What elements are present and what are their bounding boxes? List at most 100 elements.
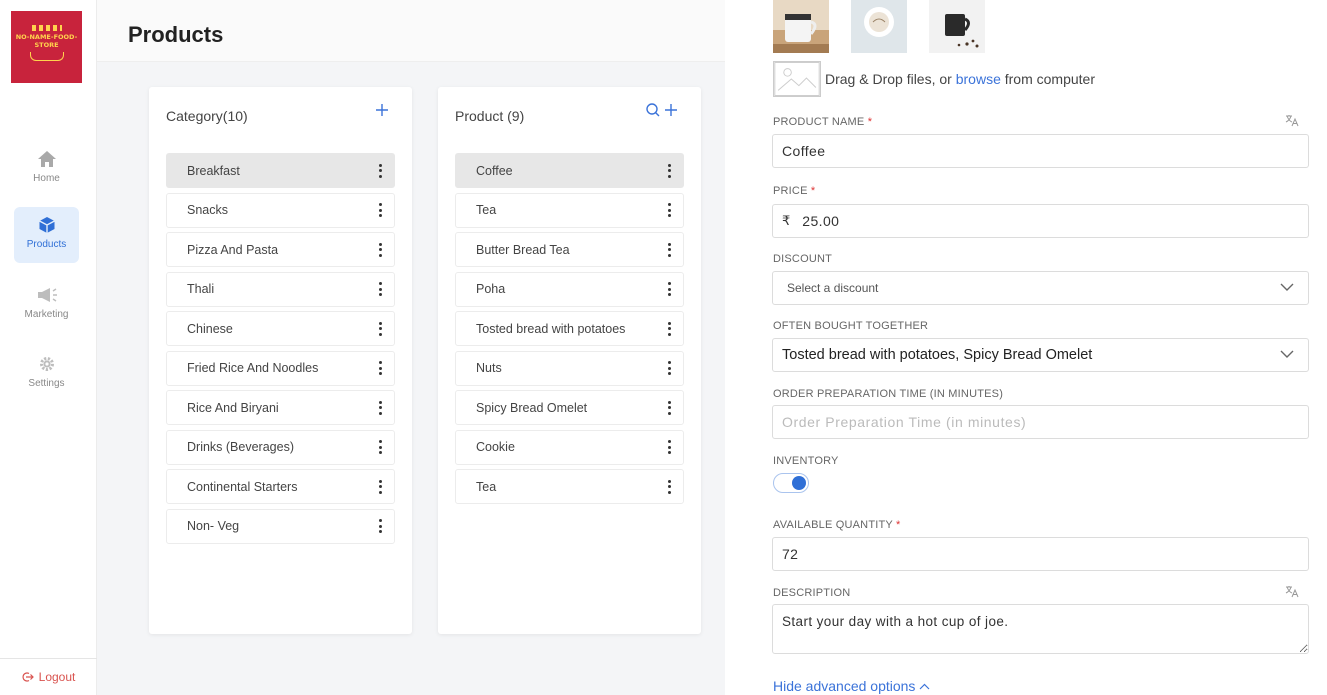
category-list: Breakfast Snacks Pizza And Pasta Thali Chine… — [166, 153, 395, 548]
kebab-menu-icon[interactable] — [378, 400, 382, 415]
list-item[interactable]: Snacks — [166, 192, 395, 228]
kebab-menu-icon[interactable] — [378, 242, 382, 257]
sidebar-item-marketing[interactable]: Marketing — [14, 277, 79, 333]
kebab-menu-icon[interactable] — [378, 440, 382, 454]
gear-icon — [39, 357, 54, 371]
advanced-label: Hide advanced options — [773, 678, 916, 694]
box-icon — [38, 217, 55, 233]
discount-placeholder: Select a discount — [787, 281, 879, 295]
price-input[interactable] — [802, 213, 1299, 229]
sidebar-item-products[interactable]: Products — [14, 207, 79, 263]
inventory-toggle[interactable] — [773, 473, 809, 493]
add-product-icon[interactable] — [663, 102, 679, 118]
list-item[interactable]: Poha — [455, 271, 684, 307]
list-item-label: Tea — [476, 203, 497, 217]
list-item[interactable]: Non- Veg — [166, 508, 395, 544]
kebab-menu-icon[interactable] — [378, 519, 382, 533]
often-bought-select[interactable]: Tosted bread with potatoes, Spicy Bread … — [772, 338, 1309, 372]
product-image-thumbnail[interactable] — [851, 0, 907, 53]
list-item[interactable]: Spicy Bread Omelet — [455, 390, 684, 425]
list-item[interactable]: Thali — [166, 271, 395, 307]
add-category-icon[interactable] — [374, 102, 390, 118]
sidebar-item-label: Home — [33, 173, 60, 184]
available-quantity-input[interactable] — [782, 546, 1299, 562]
product-list: Coffee Tea Butter Bread Tea Poha Tosted brea… — [455, 153, 684, 509]
list-item[interactable]: Tosted bread with potatoes — [455, 311, 684, 346]
image-placeholder-icon — [773, 61, 821, 97]
kebab-menu-icon[interactable] — [667, 203, 671, 217]
sidebar-item-home[interactable]: Home — [14, 141, 79, 197]
description-textarea[interactable]: Start your day with a hot cup of joe. — [772, 604, 1309, 654]
kebab-menu-icon[interactable] — [667, 242, 671, 257]
kebab-menu-icon[interactable] — [667, 479, 671, 494]
category-panel: Category(10) Breakfast Snacks Pizza And Pa… — [149, 87, 412, 634]
file-dropzone[interactable]: Drag & Drop files, or browse from comput… — [773, 61, 1133, 97]
kebab-menu-icon[interactable] — [667, 361, 671, 375]
kebab-menu-icon[interactable] — [667, 321, 671, 336]
product-panel-title: Product (9) — [455, 108, 525, 124]
list-item[interactable]: Rice And Biryani — [166, 390, 395, 425]
often-bought-value: Tosted bread with potatoes, Spicy Bread … — [782, 347, 1093, 363]
list-item[interactable]: Coffee — [455, 153, 684, 188]
list-item[interactable]: Pizza And Pasta — [166, 232, 395, 267]
discount-label: DISCOUNT — [773, 253, 833, 265]
list-item-label: Tea — [476, 479, 497, 494]
prep-time-field[interactable] — [772, 405, 1309, 439]
translate-icon[interactable] — [1285, 585, 1299, 601]
black-coffee-photo-icon — [929, 0, 985, 53]
translate-icon[interactable] — [1285, 114, 1299, 130]
search-icon[interactable] — [645, 102, 661, 118]
browse-link[interactable]: browse — [956, 71, 1001, 87]
chevron-up-icon — [920, 683, 930, 689]
kebab-menu-icon[interactable] — [378, 282, 382, 296]
dropzone-suffix: from computer — [1004, 71, 1095, 87]
product-image-thumbnail[interactable] — [773, 0, 829, 53]
list-item-label: Thali — [187, 282, 215, 296]
logout-button[interactable]: Logout — [0, 658, 97, 695]
product-name-field[interactable] — [772, 134, 1309, 168]
hide-advanced-options-link[interactable]: Hide advanced options — [773, 678, 930, 694]
kebab-menu-icon[interactable] — [378, 203, 382, 217]
list-item-label: Butter Bread Tea — [476, 242, 570, 257]
list-item[interactable]: Nuts — [455, 350, 684, 386]
list-item-label: Breakfast — [187, 163, 240, 178]
dropzone-text: Drag & Drop files, or — [825, 71, 952, 87]
kebab-menu-icon[interactable] — [667, 282, 671, 296]
kebab-menu-icon[interactable] — [667, 400, 671, 415]
list-item-label: Tosted bread with potatoes — [476, 321, 626, 336]
kebab-menu-icon[interactable] — [667, 440, 671, 454]
sidebar-item-label: Products — [26, 239, 67, 250]
logout-label: Logout — [38, 670, 76, 684]
price-field[interactable]: ₹ — [772, 204, 1309, 238]
sidebar-item-settings[interactable]: Settings — [14, 346, 79, 402]
kebab-menu-icon[interactable] — [378, 361, 382, 375]
list-item-label: Poha — [476, 282, 506, 296]
kebab-menu-icon[interactable] — [378, 163, 382, 178]
list-item-label: Coffee — [476, 163, 513, 178]
prep-time-label: ORDER PREPARATION TIME (IN MINUTES) — [773, 388, 1004, 400]
list-item[interactable]: Breakfast — [166, 153, 395, 188]
list-item-label: Spicy Bread Omelet — [476, 400, 588, 415]
discount-select[interactable]: Select a discount — [772, 271, 1309, 305]
available-quantity-field[interactable] — [772, 537, 1309, 571]
list-item[interactable]: Tea — [455, 192, 684, 228]
list-item[interactable]: Continental Starters — [166, 469, 395, 504]
sidebar-item-label: Marketing — [24, 309, 69, 320]
list-item[interactable]: Fried Rice And Noodles — [166, 350, 395, 386]
product-image-thumbnail[interactable] — [929, 0, 985, 53]
chevron-down-icon — [1280, 283, 1294, 291]
kebab-menu-icon[interactable] — [378, 321, 382, 336]
description-label: DESCRIPTION — [773, 587, 851, 599]
list-item[interactable]: Butter Bread Tea — [455, 232, 684, 267]
list-item-label: Snacks — [187, 203, 228, 217]
list-item-label: Fried Rice And Noodles — [187, 361, 319, 375]
product-name-input[interactable] — [782, 143, 1299, 159]
list-item[interactable]: Drinks (Beverages) — [166, 429, 395, 465]
list-item[interactable]: Cookie — [455, 429, 684, 465]
store-logo[interactable]: NO-NAME-FOOD-STORE — [11, 11, 82, 83]
kebab-menu-icon[interactable] — [378, 479, 382, 494]
list-item[interactable]: Tea — [455, 469, 684, 504]
prep-time-input[interactable] — [782, 414, 1299, 430]
kebab-menu-icon[interactable] — [667, 163, 671, 178]
list-item[interactable]: Chinese — [166, 311, 395, 346]
